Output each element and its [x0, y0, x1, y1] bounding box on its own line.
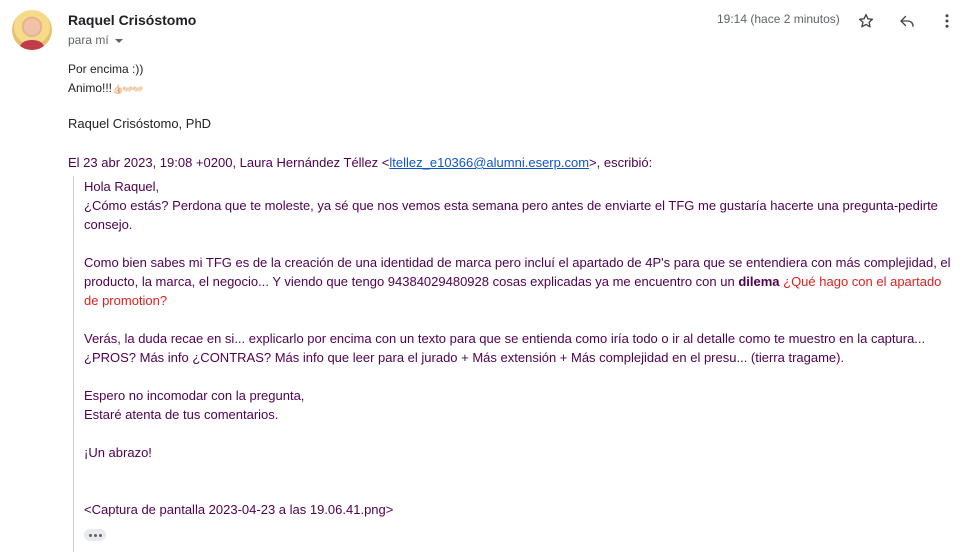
quoted-paragraph: Verás, la duda recae en si... explicarlo…: [84, 331, 926, 346]
reply-icon: [900, 15, 914, 27]
quoted-bold: dilema: [738, 274, 780, 289]
hands-emoji-icon: 👍🏻👐🏻👐🏻: [112, 83, 144, 94]
body-line: Animo!!!👍🏻👐🏻👐🏻: [68, 79, 144, 98]
reply-button[interactable]: [894, 8, 920, 34]
recipient-label: para mí: [68, 33, 109, 47]
quoted-paragraph: consejo.: [84, 217, 133, 232]
quoted-paragraph: producto, la marca, el negocio... Y vien…: [84, 272, 960, 291]
chevron-down-icon[interactable]: [114, 38, 123, 43]
quoted-paragraph: Estaré atenta de tus comentarios.: [84, 407, 279, 422]
attachment-placeholder: <Captura de pantalla 2023-04-23 a las 19…: [84, 502, 394, 517]
show-trimmed-content-button[interactable]: [84, 529, 106, 541]
star-button[interactable]: [853, 8, 879, 34]
more-vert-icon: [945, 14, 949, 28]
attribution-suffix: >, escribió:: [589, 155, 653, 170]
quote-divider: [73, 176, 74, 552]
quoted-closing: ¡Un abrazo!: [84, 445, 152, 460]
quoted-paragraph: ¿Cómo estás? Perdona que te moleste, ya …: [84, 198, 938, 213]
more-options-button[interactable]: [934, 8, 960, 34]
sender-email-link[interactable]: ltellez_e10366@alumni.eserp.com: [389, 155, 589, 170]
quoted-text: producto, la marca, el negocio... Y vien…: [84, 274, 739, 289]
avatar[interactable]: [12, 10, 52, 50]
quoted-paragraph: Como bien sabes mi TFG es de la creación…: [84, 255, 951, 270]
star-icon: [858, 13, 874, 28]
quote-attribution: El 23 abr 2023, 19:08 +0200, Laura Herná…: [68, 155, 652, 170]
quoted-highlight: ¿Qué hago con el apartado: [783, 274, 942, 289]
recipient-dropdown[interactable]: para mí: [68, 33, 123, 47]
body-text: Animo!!!: [68, 81, 113, 95]
signature: Raquel Crisóstomo, PhD: [68, 116, 212, 131]
attribution-prefix: El 23 abr 2023, 19:08 +0200, Laura Herná…: [68, 155, 390, 170]
quoted-highlight: de promotion?: [84, 293, 168, 308]
quoted-paragraph: Espero no incomodar con la pregunta,: [84, 388, 305, 403]
quoted-paragraph: ¿PROS? Más info ¿CONTRAS? Más info que l…: [84, 350, 845, 365]
quoted-greeting: Hola Raquel,: [84, 179, 160, 194]
timestamp: 19:14 (hace 2 minutos): [717, 12, 840, 26]
sender-name: Raquel Crisóstomo: [68, 12, 197, 28]
body-line: Por encima :)): [68, 62, 144, 76]
